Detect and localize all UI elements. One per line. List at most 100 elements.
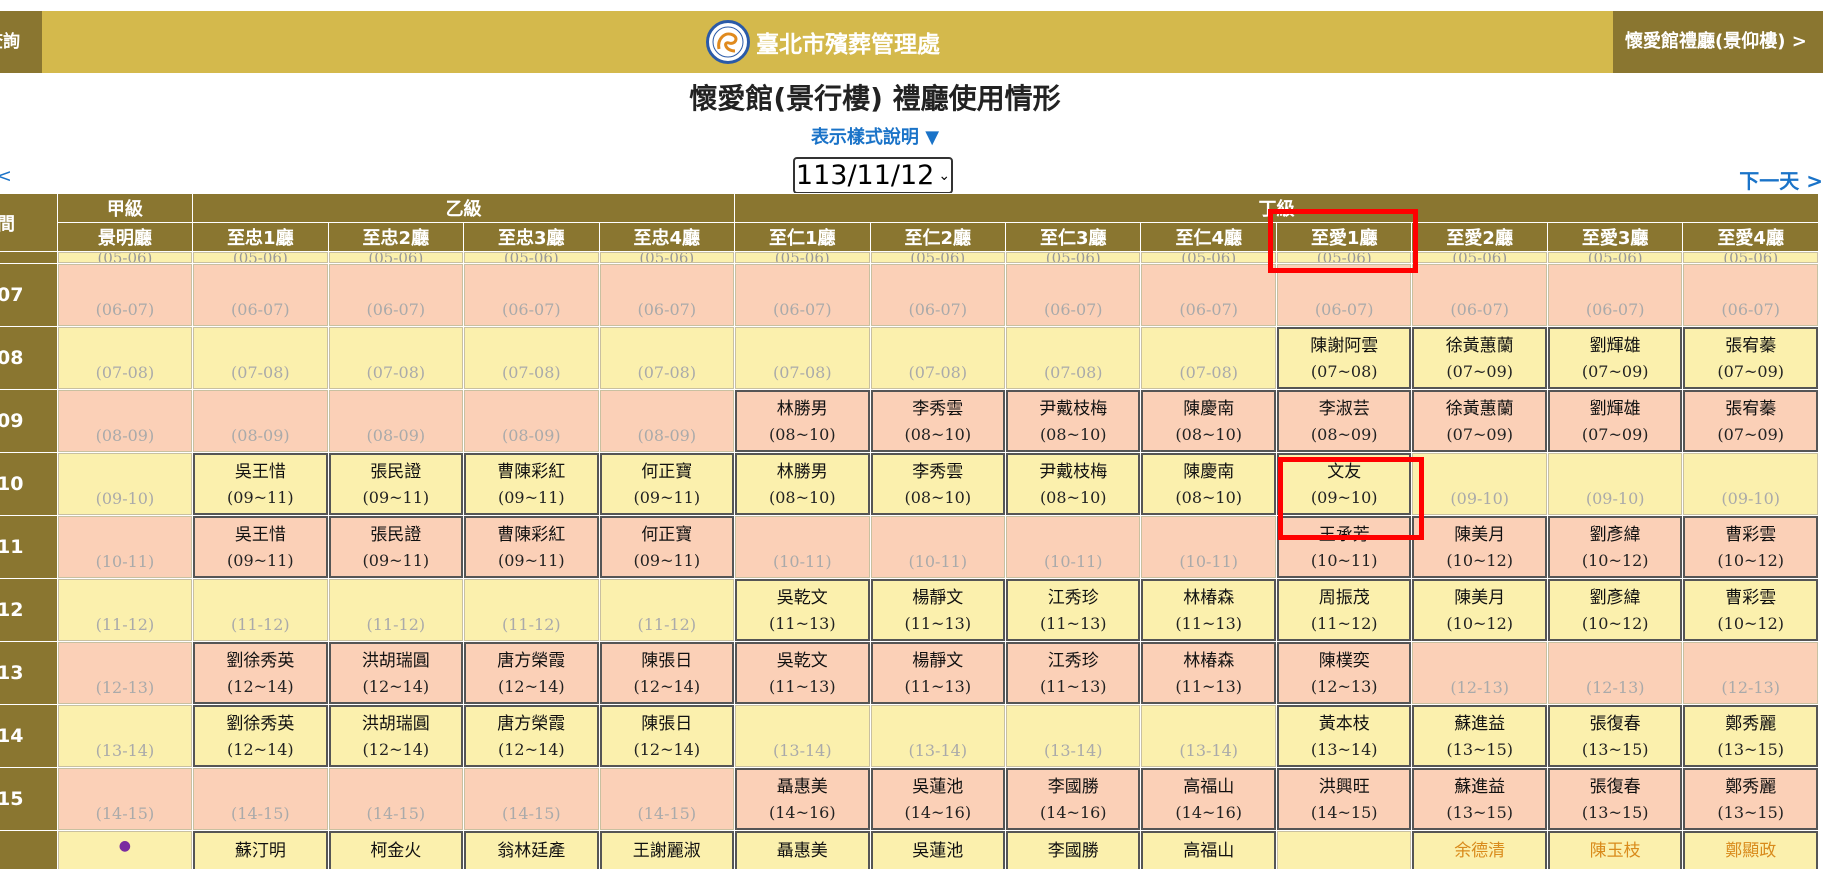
previous-day-link[interactable]: <: [0, 165, 12, 187]
date-select[interactable]: 113/11/12 ⌄: [793, 157, 953, 194]
booking-cell[interactable]: 聶惠美: [735, 831, 870, 869]
time-slot-cell[interactable]: (05-06): [735, 252, 870, 263]
booking-cell[interactable]: 李國勝: [1006, 831, 1141, 869]
booking-cell[interactable]: 張宥蓁 (07~09): [1683, 327, 1818, 389]
other-hall-link[interactable]: 懷愛館禮廳(景仰樓) >: [1613, 11, 1823, 73]
time-slot-cell[interactable]: (11-12): [328, 579, 464, 641]
booking-cell[interactable]: 吳蓮池: [870, 831, 1005, 869]
booking-cell[interactable]: 陳慶南 (08~10): [1141, 453, 1276, 515]
time-slot-cell[interactable]: (14-15): [599, 768, 735, 830]
booking-cell[interactable]: 李國勝 (14~16): [1006, 768, 1141, 830]
time-slot-cell[interactable]: (07-08): [193, 327, 328, 389]
booking-cell[interactable]: 陳玉枝: [1547, 831, 1683, 869]
time-slot-cell[interactable]: (07-08): [870, 327, 1005, 389]
booking-cell[interactable]: 楊靜文 (11~13): [870, 642, 1005, 704]
time-slot-cell[interactable]: (05-06): [1141, 252, 1276, 263]
time-slot-cell[interactable]: (09-10): [1683, 453, 1818, 515]
booking-cell[interactable]: 高福山 (14~16): [1141, 768, 1276, 830]
booking-cell[interactable]: 陳謝阿雲 (07~08): [1276, 327, 1412, 389]
booking-cell[interactable]: 文友 (09~10): [1276, 453, 1412, 515]
booking-cell[interactable]: 李淑芸 (08~09): [1276, 390, 1412, 452]
booking-cell[interactable]: 張宥蓁 (07~09): [1683, 390, 1818, 452]
time-slot-cell[interactable]: (05-06): [1547, 252, 1683, 263]
booking-cell[interactable]: 周振茂 (11~12): [1276, 579, 1412, 641]
time-slot-cell[interactable]: (11-12): [464, 579, 599, 641]
booking-cell[interactable]: 李秀雲 (08~10): [870, 390, 1005, 452]
time-slot-cell[interactable]: (07-08): [464, 327, 599, 389]
time-slot-cell[interactable]: (05-06): [328, 252, 464, 263]
time-slot-cell[interactable]: (13-14): [57, 705, 193, 767]
time-slot-cell[interactable]: (06-07): [1683, 264, 1818, 326]
time-slot-cell[interactable]: (13-14): [870, 705, 1005, 767]
query-nav-link[interactable]: 查詢: [0, 11, 42, 73]
time-slot-cell[interactable]: (05-06): [193, 252, 328, 263]
booking-cell[interactable]: 吳蓮池 (14~16): [870, 768, 1005, 830]
time-slot-cell[interactable]: (08-09): [599, 390, 735, 452]
booking-cell[interactable]: 何正寶 (09~11): [599, 516, 735, 578]
schedule-grid-viewport[interactable]: 間 甲級 乙級 丁級 景明廳 至忠1廳 至忠2廳 至忠3廳 至忠4廳 至仁1廳 至仁2廳 至仁3廳…: [0, 193, 1823, 869]
time-slot-cell[interactable]: (13-14): [1006, 705, 1141, 767]
time-slot-cell[interactable]: [1276, 831, 1412, 869]
time-slot-cell[interactable]: (06-07): [464, 264, 599, 326]
booking-cell[interactable]: 洪胡瑞圓 (12~14): [328, 642, 464, 704]
booking-cell[interactable]: 張民證 (09~11): [328, 516, 464, 578]
booking-cell[interactable]: 陳美月 (10~12): [1412, 579, 1547, 641]
booking-cell[interactable]: 劉彥緯 (10~12): [1547, 579, 1683, 641]
booking-cell[interactable]: 林椿森 (11~13): [1141, 642, 1276, 704]
next-day-link[interactable]: 下一天 >: [1739, 165, 1823, 194]
time-slot-cell[interactable]: (05-06): [1412, 252, 1547, 263]
time-slot-cell[interactable]: (05-06): [464, 252, 599, 263]
booking-cell[interactable]: 陳張日 (12~14): [599, 642, 735, 704]
booking-cell[interactable]: 張復春 (13~15): [1547, 768, 1683, 830]
time-slot-cell[interactable]: (07-08): [1141, 327, 1276, 389]
time-slot-cell[interactable]: (14-15): [193, 768, 328, 830]
time-slot-cell[interactable]: (10-11): [57, 516, 193, 578]
time-slot-cell[interactable]: (05-06): [1276, 252, 1412, 263]
booking-cell[interactable]: 江秀珍 (11~13): [1006, 579, 1141, 641]
time-slot-cell[interactable]: (13-14): [1141, 705, 1276, 767]
time-slot-cell[interactable]: (10-11): [1006, 516, 1141, 578]
booking-cell[interactable]: 黃本枝 (13~14): [1276, 705, 1412, 767]
legend-toggle-link[interactable]: 表示樣式說明 ▼: [0, 123, 1750, 149]
time-slot-cell[interactable]: (07-08): [328, 327, 464, 389]
time-slot-cell[interactable]: (06-07): [193, 264, 328, 326]
booking-cell[interactable]: 尹戴枝梅 (08~10): [1006, 390, 1141, 452]
booking-cell[interactable]: 林勝男 (08~10): [735, 453, 870, 515]
booking-cell[interactable]: 曹彩雲 (10~12): [1683, 579, 1818, 641]
booking-cell[interactable]: 曹陳彩紅 (09~11): [464, 453, 599, 515]
booking-cell[interactable]: 陳張日 (12~14): [599, 705, 735, 767]
booking-cell[interactable]: 鄭秀麗 (13~15): [1683, 768, 1818, 830]
booking-cell[interactable]: 張民證 (09~11): [328, 453, 464, 515]
booking-cell[interactable]: 王承芳 (10~11): [1276, 516, 1412, 578]
booking-cell[interactable]: 蘇進益 (13~15): [1412, 705, 1547, 767]
time-slot-cell[interactable]: (06-07): [328, 264, 464, 326]
time-slot-cell[interactable]: (06-07): [1547, 264, 1683, 326]
booking-cell[interactable]: 吳乾文 (11~13): [735, 579, 870, 641]
time-slot-cell[interactable]: (12-13): [1547, 642, 1683, 704]
time-slot-cell[interactable]: (11-12): [599, 579, 735, 641]
time-slot-cell[interactable]: ●: [57, 831, 193, 869]
booking-cell[interactable]: 張復春 (13~15): [1547, 705, 1683, 767]
brand[interactable]: 臺北市殯葬管理處: [706, 19, 940, 65]
time-slot-cell[interactable]: (08-09): [57, 390, 193, 452]
time-slot-cell[interactable]: (06-07): [1006, 264, 1141, 326]
time-slot-cell[interactable]: (06-07): [735, 264, 870, 326]
time-slot-cell[interactable]: (09-10): [1412, 453, 1547, 515]
booking-cell[interactable]: 林椿森 (11~13): [1141, 579, 1276, 641]
time-slot-cell[interactable]: (08-09): [328, 390, 464, 452]
time-slot-cell[interactable]: (05-06): [57, 252, 193, 263]
time-slot-cell[interactable]: (06-07): [870, 264, 1005, 326]
time-slot-cell[interactable]: (06-07): [1276, 264, 1412, 326]
time-slot-cell[interactable]: (06-07): [57, 264, 193, 326]
time-slot-cell[interactable]: (05-06): [1006, 252, 1141, 263]
booking-cell[interactable]: 陳樸奕 (12~13): [1276, 642, 1412, 704]
booking-cell[interactable]: 王謝麗淑: [599, 831, 735, 869]
booking-cell[interactable]: 江秀珍 (11~13): [1006, 642, 1141, 704]
booking-cell[interactable]: 徐黃蕙蘭 (07~09): [1412, 390, 1547, 452]
booking-cell[interactable]: 劉徐秀英 (12~14): [193, 705, 328, 767]
time-slot-cell[interactable]: (11-12): [193, 579, 328, 641]
booking-cell[interactable]: 蘇汀明: [193, 831, 328, 869]
booking-cell[interactable]: 唐方榮霞 (12~14): [464, 642, 599, 704]
booking-cell[interactable]: 劉彥緯 (10~12): [1547, 516, 1683, 578]
booking-cell[interactable]: 劉輝雄 (07~09): [1547, 327, 1683, 389]
